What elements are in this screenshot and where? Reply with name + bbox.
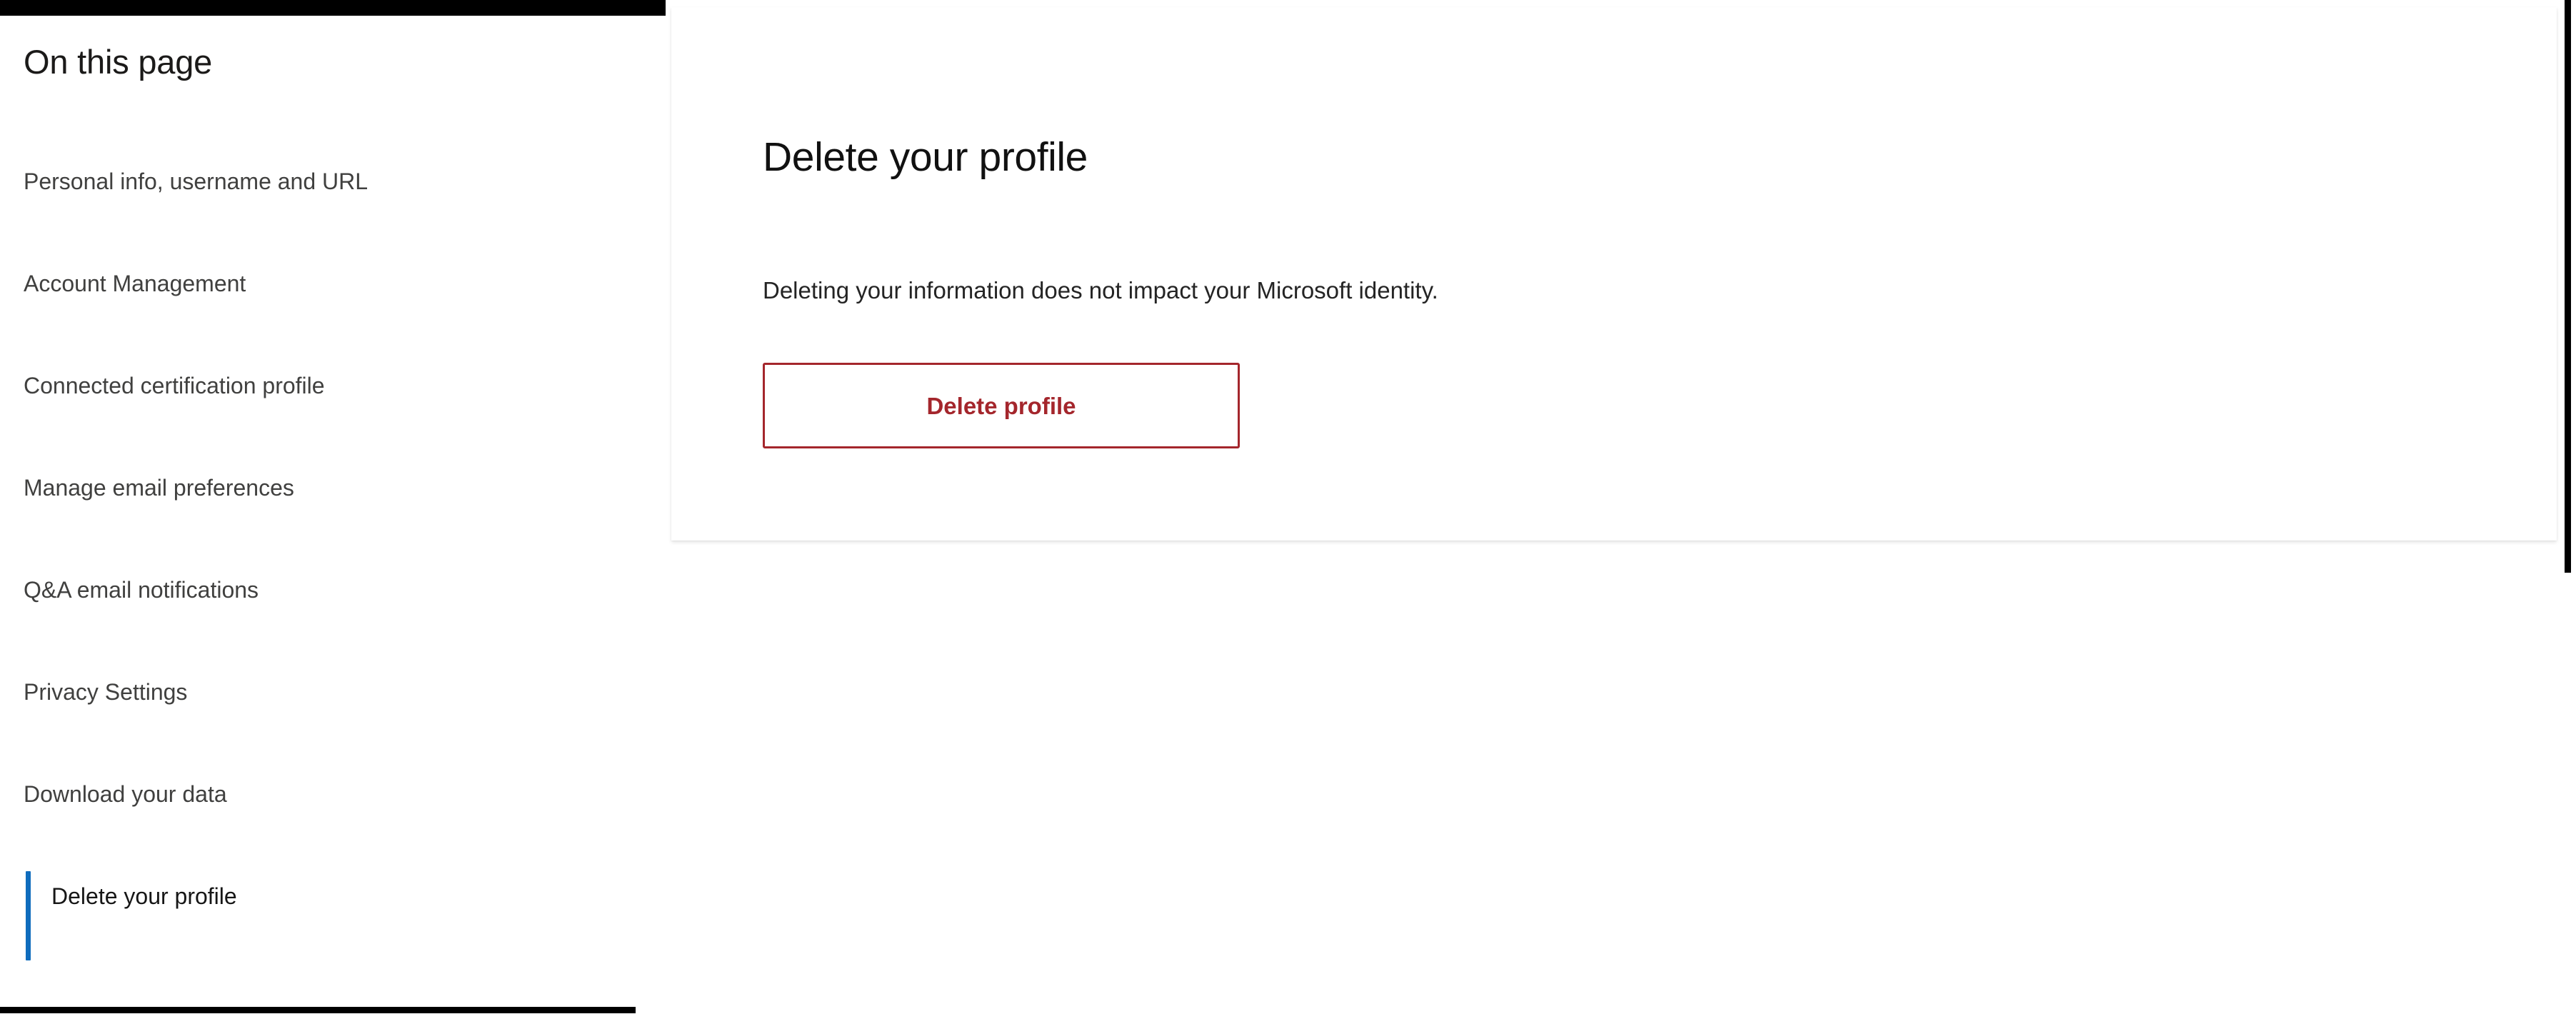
sidebar-item-label: Q&A email notifications xyxy=(24,577,259,603)
sidebar-item-label: Privacy Settings xyxy=(24,679,188,705)
window-chrome-bottom-bar xyxy=(0,1007,636,1013)
active-indicator-bar xyxy=(26,871,31,960)
sidebar-item-download-your-data[interactable]: Download your data xyxy=(0,775,643,878)
delete-profile-button[interactable]: Delete profile xyxy=(763,363,1240,448)
sidebar-item-delete-your-profile[interactable]: Delete your profile xyxy=(0,871,643,980)
sidebar-item-label: Delete your profile xyxy=(51,883,237,909)
sidebar-item-privacy-settings[interactable]: Privacy Settings xyxy=(0,673,643,775)
sidebar-item-qa-email-notifications[interactable]: Q&A email notifications xyxy=(0,571,643,673)
sidebar-item-connected-certification-profile[interactable]: Connected certification profile xyxy=(0,367,643,469)
window-chrome-right-bar xyxy=(2565,0,2571,573)
sidebar-item-account-management[interactable]: Account Management xyxy=(0,265,643,367)
on-this-page-list: Personal info, username and URL Account … xyxy=(0,163,643,980)
window-chrome-top-bar xyxy=(0,0,666,16)
page-title: Delete your profile xyxy=(763,134,1088,181)
on-this-page-nav: On this page Personal info, username and… xyxy=(0,16,643,1001)
sidebar-item-manage-email-preferences[interactable]: Manage email preferences xyxy=(0,469,643,571)
page-description: Deleting your information does not impac… xyxy=(763,277,1438,303)
sidebar-item-label: Download your data xyxy=(24,781,227,807)
sidebar-item-label: Manage email preferences xyxy=(24,475,294,501)
sidebar-item-label: Connected certification profile xyxy=(24,373,325,398)
sidebar-item-label: Personal info, username and URL xyxy=(24,169,369,194)
delete-profile-card: Delete your profile Deleting your inform… xyxy=(671,7,2557,541)
sidebar-item-label: Account Management xyxy=(24,271,246,296)
card-content: Delete your profile Deleting your inform… xyxy=(671,7,2557,541)
on-this-page-title: On this page xyxy=(24,43,213,81)
sidebar-item-personal-info[interactable]: Personal info, username and URL xyxy=(0,163,643,265)
